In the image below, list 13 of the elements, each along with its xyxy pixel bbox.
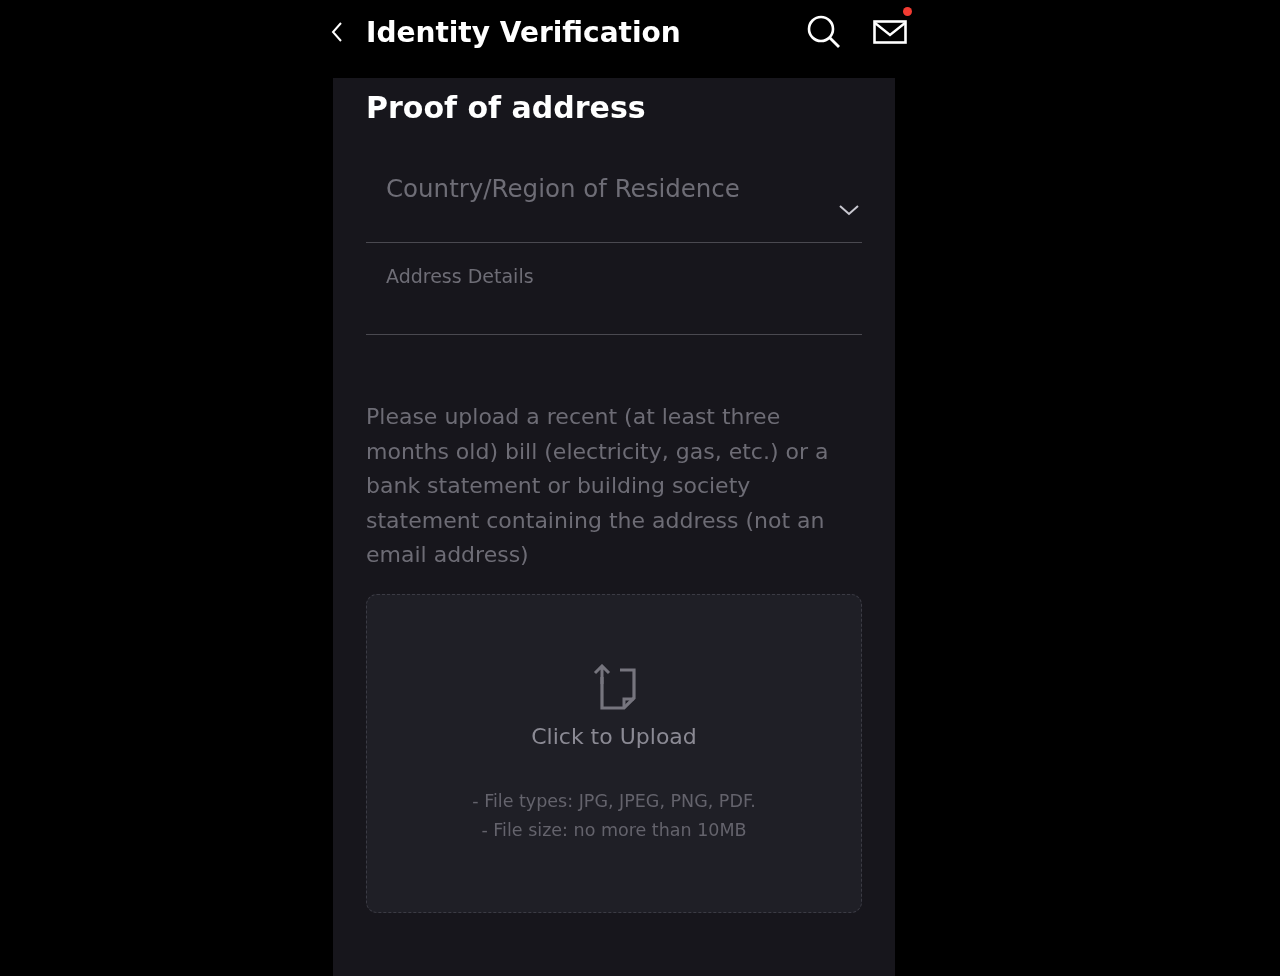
upload-area[interactable]: Click to Upload - File types: JPG, JPEG, PNG, PDF. - File size: no more than 10MB (366, 593, 862, 913)
section-title: Proof of address (366, 89, 647, 127)
page-title: Identity Verification (366, 15, 682, 49)
file-hint-text: - File size: no more than 10MB (481, 818, 747, 842)
chevron-down-icon (838, 204, 860, 216)
upload-label: Click to Upload (531, 722, 697, 751)
back-icon[interactable] (329, 20, 345, 44)
search-icon[interactable] (806, 14, 842, 50)
address-field[interactable]: Address Details (366, 243, 862, 335)
instructions-text: Please upload a recent (at least three months old) bill (electricity, gas, etc.) or a bank statement or building society statement containing the address (not an email address) (366, 403, 830, 569)
country-dropdown[interactable]: Country/Region of Residence (366, 148, 862, 243)
file-upload-icon (591, 663, 637, 710)
file-hint-text: - File types: JPG, JPEG, PNG, PDF. (472, 789, 756, 813)
